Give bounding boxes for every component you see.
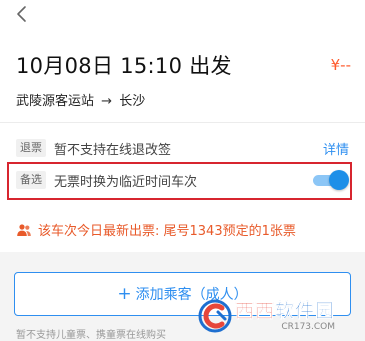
ticket-price: ¥-- (330, 56, 351, 74)
departure-time: 10月08日 15:10 出发 (16, 54, 232, 78)
watermark-logo-icon (198, 299, 232, 333)
watermark-brand-b: 软件园 (275, 300, 336, 322)
alternate-toggle[interactable] (313, 170, 349, 190)
watermark-brand: 西西软件园 (235, 300, 335, 322)
route: 武陵源客运站 → 长沙 (16, 90, 145, 109)
refund-policy-text: 暂不支持在线退改签 (54, 142, 172, 158)
refund-row: 退票 暂不支持在线退改签 详情 (16, 136, 349, 160)
alternate-tag: 备选 (16, 171, 46, 189)
refund-detail-link[interactable]: 详情 (323, 139, 349, 158)
watermark: 西西软件园 CR173.COM (198, 296, 358, 336)
from-station: 武陵源客运站 (16, 94, 95, 109)
people-icon (17, 223, 31, 236)
alternate-option-text: 无票时换为临近时间车次 (54, 174, 198, 190)
to-station: 长沙 (119, 94, 146, 109)
latest-ticket-notice: 该车次今日最新出票: 尾号1343预定的1张票 (16, 220, 296, 239)
chevron-left-icon (17, 6, 26, 22)
divider (0, 122, 365, 123)
plus-icon: + (117, 283, 132, 304)
back-button[interactable] (12, 4, 32, 24)
watermark-url: CR173.COM (281, 322, 336, 332)
notice-text: 该车次今日最新出票: 尾号1343预定的1张票 (38, 224, 296, 239)
route-arrow: → (101, 94, 113, 109)
alternate-row: 备选 无票时换为临近时间车次 (16, 168, 349, 192)
watermark-brand-a: 西西 (235, 300, 276, 322)
refund-tag: 退票 (16, 139, 46, 157)
toggle-knob (329, 170, 349, 190)
child-ticket-note: 暂不支持儿童票、携童票在线购买 (16, 330, 166, 341)
